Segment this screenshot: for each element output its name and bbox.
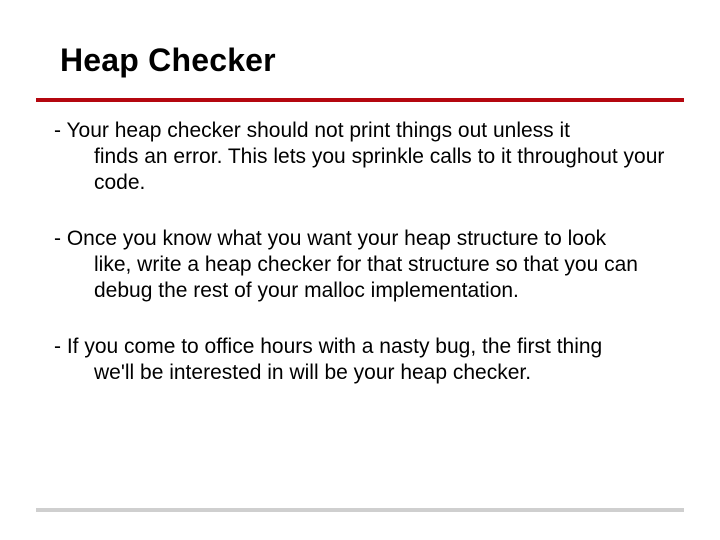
bullet-text-line1: - Your heap checker should not print thi… xyxy=(54,118,666,144)
bullet-item: - Your heap checker should not print thi… xyxy=(54,118,666,196)
bullet-item: - Once you know what you want your heap … xyxy=(54,226,666,304)
bullet-text-line1: - Once you know what you want your heap … xyxy=(54,226,666,252)
slide: Heap Checker - Your heap checker should … xyxy=(0,0,720,540)
bullet-text-cont: we'll be interested in will be your heap… xyxy=(54,360,666,386)
bullet-text-line1: - If you come to office hours with a nas… xyxy=(54,334,666,360)
footer-divider xyxy=(36,508,684,512)
bullet-text-cont: like, write a heap checker for that stru… xyxy=(54,252,666,304)
slide-body: - Your heap checker should not print thi… xyxy=(54,118,666,416)
title-divider xyxy=(36,98,684,102)
bullet-text-cont: finds an error. This lets you sprinkle c… xyxy=(54,144,666,196)
slide-title: Heap Checker xyxy=(60,42,276,79)
bullet-item: - If you come to office hours with a nas… xyxy=(54,334,666,386)
